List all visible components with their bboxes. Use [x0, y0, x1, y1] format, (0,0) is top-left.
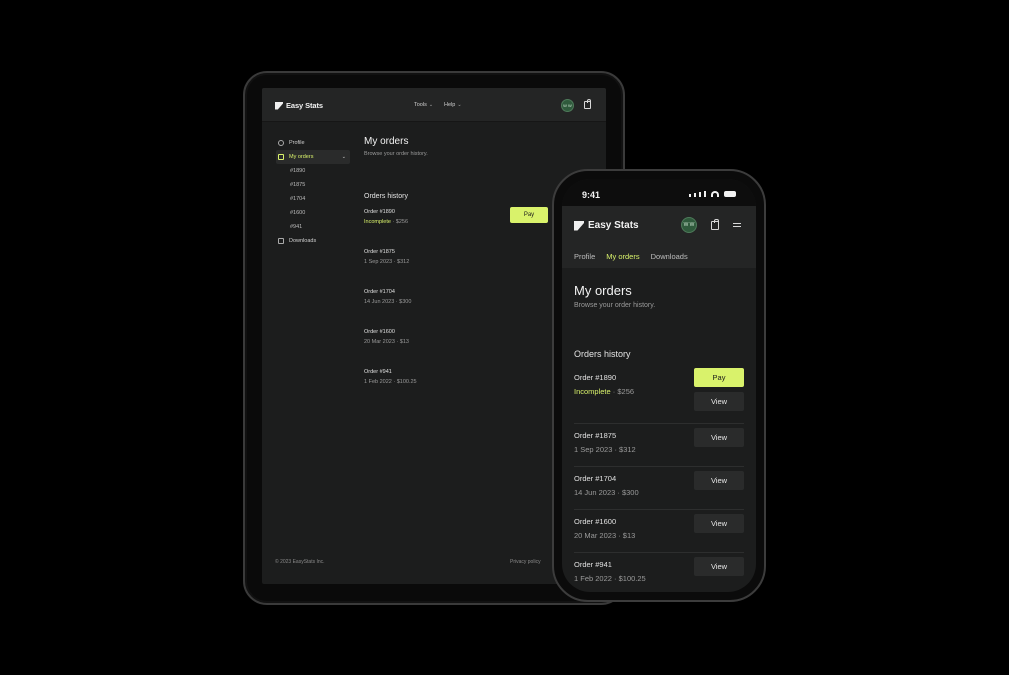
brand-logo[interactable]: Easy Stats — [574, 220, 639, 231]
battery-icon — [724, 191, 736, 197]
list-item: Order #1875 1 Sep 2023 · $312 View — [574, 428, 744, 467]
brand-name: Easy Stats — [588, 220, 639, 231]
phone-screen: 9:41 Easy Stats W W Profile My orders Do… — [562, 179, 756, 592]
top-nav: Tools ⌄ Help ⌄ — [414, 102, 462, 108]
chevron-down-icon: ⌄ — [428, 102, 434, 108]
list-item: Order #1704 14 Jun 2023 · $300 View — [574, 471, 744, 510]
sidebar-item-profile[interactable]: Profile — [276, 136, 350, 150]
shopping-bag-icon[interactable] — [711, 219, 719, 230]
sidebar-item-label: Downloads — [289, 238, 317, 244]
nav-help-label: Help — [444, 102, 456, 108]
signal-icon — [689, 194, 691, 197]
footer: © 2023 EasyStats Inc. Privacy policy — [275, 559, 595, 565]
pay-button[interactable]: Pay — [510, 207, 548, 223]
section-title: Orders history — [574, 349, 631, 359]
list-item: Order #1890 Incomplete · $256 Pay View — [574, 368, 744, 424]
mockup-stage: Easy Stats Tools ⌄ Help ⌄ W W Profile My o… — [0, 0, 1009, 675]
pay-button[interactable]: Pay — [694, 368, 744, 387]
copyright-text: © 2023 EasyStats Inc. — [275, 559, 325, 565]
tab-bar: Profile My orders Downloads — [574, 252, 688, 261]
order-amount: · $256 — [610, 387, 635, 396]
brand-name: Easy Stats — [286, 101, 323, 110]
list-item: Order #941 1 Feb 2022 · $100.25 View — [574, 557, 744, 590]
tablet-header: Easy Stats Tools ⌄ Help ⌄ W W — [262, 88, 606, 122]
wifi-icon — [711, 191, 719, 197]
status-badge: Incomplete — [574, 387, 611, 396]
status-badge: Incomplete — [364, 219, 391, 225]
sidebar-subitem-order[interactable]: #1704 — [276, 192, 350, 206]
avatar[interactable]: W W — [681, 217, 697, 233]
chevron-down-icon: ⌄ — [341, 154, 346, 160]
status-bar: 9:41 — [562, 179, 756, 206]
nav-help-menu[interactable]: Help ⌄ — [444, 102, 462, 108]
signal-icon — [694, 193, 696, 197]
signal-icon — [699, 192, 701, 197]
menu-icon[interactable] — [733, 223, 741, 227]
page-subtitle: Browse your order history. — [574, 302, 656, 309]
list-item: Order #1600 20 Mar 2023 · $13 View — [574, 514, 744, 553]
logo-icon — [275, 101, 283, 110]
user-circle-icon — [278, 140, 284, 146]
tab-my-orders[interactable]: My orders — [606, 252, 639, 261]
sidebar-subitem-order[interactable]: #941 — [276, 220, 350, 234]
view-button[interactable]: View — [694, 557, 744, 576]
sidebar-item-my-orders[interactable]: My orders ⌄ — [276, 150, 350, 164]
nav-tools-label: Tools — [414, 102, 427, 108]
sidebar-subitem-order[interactable]: #1600 — [276, 206, 350, 220]
sidebar-subitem-order[interactable]: #1875 — [276, 178, 350, 192]
cart-icon — [278, 154, 284, 160]
brand-logo[interactable]: Easy Stats — [275, 101, 323, 110]
view-button[interactable]: View — [694, 428, 744, 447]
order-amount: · $256 — [390, 219, 409, 225]
avatar[interactable]: W W — [561, 99, 574, 112]
status-icons — [689, 191, 736, 197]
sidebar: Profile My orders ⌄ #1890 #1875 #1704 #1… — [276, 136, 350, 248]
chevron-down-icon: ⌄ — [457, 102, 462, 108]
page-title: My orders — [574, 283, 632, 298]
sidebar-subitem-order[interactable]: #1890 — [276, 164, 350, 178]
tab-profile[interactable]: Profile — [574, 252, 595, 261]
logo-icon — [574, 220, 584, 231]
privacy-policy-link[interactable]: Privacy policy — [510, 559, 541, 565]
status-time: 9:41 — [582, 190, 601, 200]
page-subtitle: Browse your order history. — [364, 151, 428, 157]
sidebar-item-label: Profile — [289, 140, 305, 146]
sidebar-item-downloads[interactable]: Downloads — [276, 234, 350, 248]
page-title: My orders — [364, 136, 409, 147]
tab-downloads[interactable]: Downloads — [651, 252, 688, 261]
phone-header: Easy Stats W W Profile My orders Downloa… — [562, 206, 756, 268]
view-button[interactable]: View — [694, 471, 744, 490]
view-button[interactable]: View — [694, 392, 744, 411]
signal-icon — [704, 191, 706, 197]
sidebar-item-label: My orders — [289, 154, 314, 160]
nav-tools-menu[interactable]: Tools ⌄ — [414, 102, 433, 108]
view-button[interactable]: View — [694, 514, 744, 533]
phone-main: My orders Browse your order history. Ord… — [574, 283, 744, 590]
shopping-bag-icon[interactable] — [584, 99, 591, 109]
document-icon — [278, 238, 284, 244]
